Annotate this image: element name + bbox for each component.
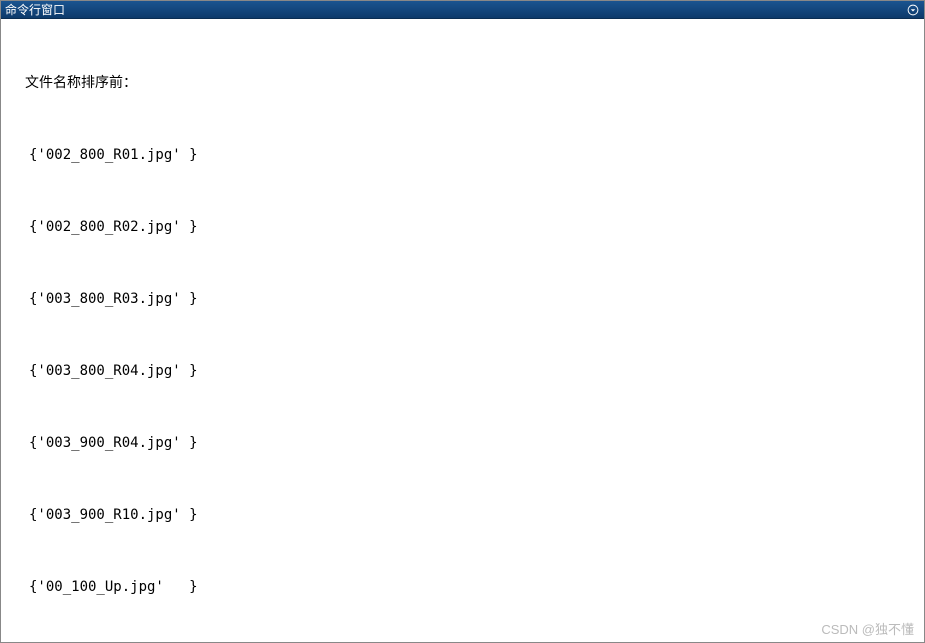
output-row: {'003_900_R10.jpg' } <box>29 503 922 527</box>
output-row: {'00_100_Up.jpg' } <box>29 575 922 599</box>
output-row: {'002_800_R01.jpg' } <box>29 143 922 167</box>
output-row: {'003_800_R04.jpg' } <box>29 359 922 383</box>
output-area: 文件名称排序前： {'002_800_R01.jpg' } {'002_800_… <box>3 23 922 642</box>
window-title: 命令行窗口 <box>5 1 65 18</box>
output-row: {'003_900_R04.jpg' } <box>29 431 922 455</box>
dropdown-icon[interactable] <box>906 3 920 17</box>
output-row: {'003_800_R03.jpg' } <box>29 287 922 311</box>
before-sort-label: 文件名称排序前： <box>25 71 922 95</box>
command-window: 命令行窗口 文件名称排序前： {'002_800_R01.jpg' } {'00… <box>0 0 925 643</box>
output-row: {'002_800_R02.jpg' } <box>29 215 922 239</box>
content-area[interactable]: 文件名称排序前： {'002_800_R01.jpg' } {'002_800_… <box>1 19 924 642</box>
titlebar: 命令行窗口 <box>1 1 924 19</box>
